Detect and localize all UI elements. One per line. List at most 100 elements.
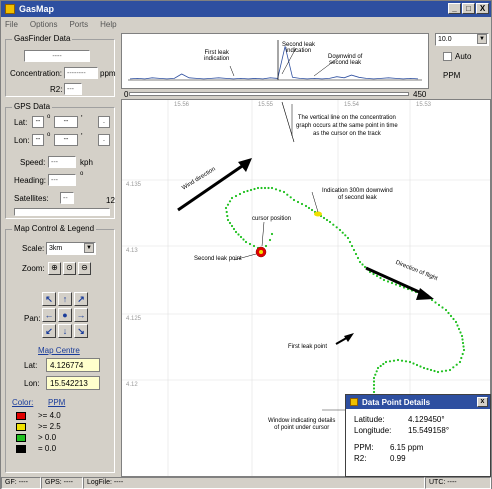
zoom-in-button[interactable]: ⊕ [48, 262, 61, 275]
pan-south-button[interactable]: ↓ [58, 324, 72, 338]
track-point [441, 306, 444, 309]
track-point [238, 192, 242, 196]
track-point [232, 227, 236, 231]
track-point [352, 248, 356, 252]
track-point [462, 345, 465, 348]
gps-lon-label: Lon: [14, 136, 30, 145]
first-leak-point-label: First leak point [288, 344, 328, 350]
track-point [256, 186, 260, 190]
data-point-details-window[interactable]: Data Point Details x Latitude: 4.129450°… [345, 394, 491, 477]
gps-title: GPS Data [12, 102, 53, 111]
gps-lat-min: -- [54, 116, 78, 128]
popup-close-button[interactable]: x [477, 397, 488, 407]
status-utc: UTC: ---- [425, 477, 491, 489]
pan-north-button[interactable]: ↑ [58, 292, 72, 306]
concentration-graph[interactable]: First leak indication Second leak indica… [121, 33, 429, 89]
track-point [379, 364, 382, 368]
track-point [338, 228, 342, 232]
track-point [278, 189, 282, 192]
track-point [461, 341, 465, 345]
track-point [226, 218, 230, 222]
arrow-southwest-icon: ↙ [45, 326, 53, 336]
gps-lon-hemisphere[interactable]: . [98, 134, 110, 146]
graph-scrollbar[interactable] [129, 92, 409, 96]
arrow-northwest-icon: ↖ [45, 294, 53, 304]
map-coord-left-1: 4.135 [126, 182, 142, 188]
gps-lon-deg: -- [32, 134, 44, 146]
gps-lat-min-symbol: ' [81, 114, 83, 123]
maximize-button[interactable]: □ [462, 3, 475, 14]
track-point [404, 360, 408, 363]
close-button[interactable]: X [476, 3, 489, 14]
concentration-unit: ppm [100, 69, 116, 78]
menu-bar: File Options Ports Help [1, 17, 491, 31]
map-coord-left-2: 4.13 [126, 248, 138, 254]
title-bar[interactable]: GasMap _ □ X [1, 1, 491, 17]
popup-titlebar[interactable]: Data Point Details x [346, 395, 490, 409]
map-centre-lat-field[interactable]: 4.126774 [46, 358, 100, 372]
arrow-right-icon: → [76, 310, 86, 320]
menu-file[interactable]: File [5, 20, 18, 29]
track-point [274, 188, 278, 191]
graph-annotation-second-leak: Second leak indication [282, 42, 316, 54]
cursor-marker[interactable] [259, 250, 263, 254]
r2-label: R2: [50, 85, 63, 94]
track-point [454, 320, 458, 324]
chevron-down-icon[interactable]: ▼ [477, 34, 487, 44]
track-point [346, 236, 350, 240]
heading-field: --- [48, 174, 76, 186]
pan-west-button[interactable]: ← [42, 308, 56, 322]
scale-max-select[interactable]: 10.0 ▼ [435, 33, 489, 46]
pan-label: Pan: [24, 314, 41, 323]
track-point [461, 352, 464, 356]
track-point [322, 216, 326, 220]
track-point [429, 368, 433, 372]
track-point [263, 186, 267, 190]
pan-northeast-button[interactable]: ↗ [74, 292, 88, 306]
menu-help[interactable]: Help [100, 20, 116, 29]
minimize-button[interactable]: _ [448, 3, 461, 14]
speed-unit: kph [80, 158, 93, 167]
track-point [384, 360, 388, 364]
track-point [400, 359, 404, 362]
track-point [267, 186, 270, 190]
gps-lat-label: Lat: [14, 118, 28, 127]
track-point [226, 214, 229, 218]
auto-checkbox[interactable] [443, 52, 452, 61]
track-point [396, 358, 400, 362]
pan-center-button[interactable]: ● [58, 308, 72, 322]
popup-latitude-label: Latitude: [354, 415, 385, 424]
zoom-label: Zoom: [22, 264, 45, 273]
left-panel: GasFinder Data ---- Concentration: -----… [1, 31, 119, 477]
track-point [325, 218, 329, 222]
graph-annotation-first-leak: First leak indication [204, 50, 230, 62]
pan-southwest-button[interactable]: ↙ [42, 324, 56, 338]
track-point [452, 366, 455, 369]
zoom-reset-button[interactable]: ⊙ [63, 262, 76, 275]
menu-options[interactable]: Options [30, 20, 58, 29]
chevron-down-icon[interactable]: ▼ [84, 243, 94, 253]
downwind-indication-marker[interactable] [314, 211, 322, 217]
popup-r2-value: 0.99 [390, 454, 406, 463]
scale-select[interactable]: 3km ▼ [46, 242, 96, 255]
pan-southeast-button[interactable]: ↘ [74, 324, 88, 338]
scale-label: Scale: [22, 244, 45, 253]
track-point [225, 210, 228, 214]
status-gf: GF: ---- [1, 477, 41, 489]
track-point [372, 387, 376, 390]
track-point [415, 363, 419, 367]
map-centre-lat-label: Lat: [24, 361, 38, 370]
track-point [239, 235, 243, 239]
popup-latitude-value: 4.129450° [408, 415, 445, 424]
status-logfile: LogFile: ---- [83, 477, 425, 489]
menu-ports[interactable]: Ports [69, 20, 88, 29]
gps-lat-hemisphere[interactable]: . [98, 116, 110, 128]
popup-title: Data Point Details [362, 397, 431, 407]
pan-northwest-button[interactable]: ↖ [42, 292, 56, 306]
track-point [436, 370, 440, 374]
map-centre-label: Map Centre [38, 346, 80, 355]
map-centre-lon-field[interactable]: 15.542213 [46, 376, 100, 390]
zoom-out-button[interactable]: ⊖ [78, 262, 91, 275]
pan-east-button[interactable]: → [74, 308, 88, 322]
map-explanation-text: The vertical line on the concentration g… [296, 115, 398, 137]
